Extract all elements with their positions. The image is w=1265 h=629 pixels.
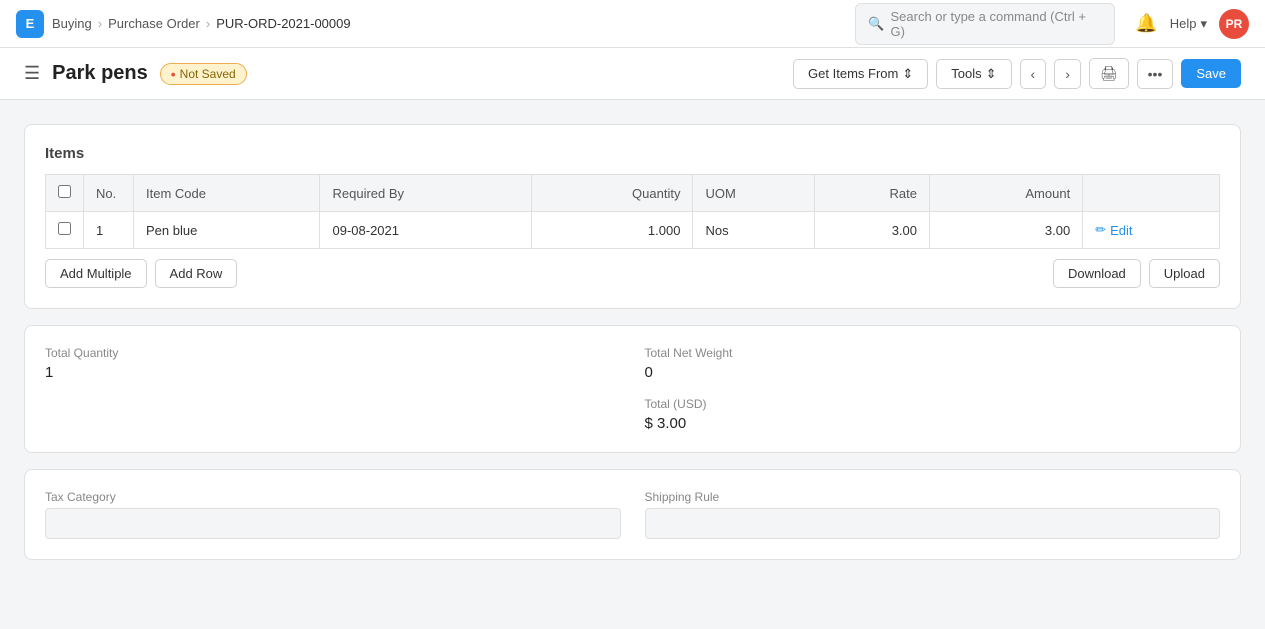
total-right-section: Total Net Weight 0 Total (USD) $ 3.00 bbox=[645, 346, 1221, 432]
page-header: ☰ Park pens • Not Saved Get Items From ⇕… bbox=[0, 48, 1265, 100]
shipping-rule-label: Shipping Rule bbox=[645, 490, 1221, 504]
prev-button[interactable]: ‹ bbox=[1020, 59, 1047, 89]
get-items-button[interactable]: Get Items From ⇕ bbox=[793, 59, 928, 89]
tools-button[interactable]: Tools ⇕ bbox=[936, 59, 1011, 89]
shipping-rule-field: Shipping Rule bbox=[645, 490, 1221, 539]
breadcrumb-purchase-order[interactable]: Purchase Order bbox=[108, 16, 200, 31]
total-usd-section: Total (USD) $ 3.00 bbox=[645, 397, 1221, 432]
table-actions: Add Multiple Add Row Download Upload bbox=[45, 259, 1220, 288]
summary-card: Total Quantity 1 Total Net Weight 0 Tota… bbox=[24, 325, 1241, 453]
row-required-by: 09-08-2021 bbox=[320, 212, 532, 249]
row-rate: 3.00 bbox=[814, 212, 929, 249]
page-title: Park pens bbox=[52, 62, 148, 85]
row-amount: 3.00 bbox=[930, 212, 1083, 249]
table-row: 1 Pen blue 09-08-2021 1.000 Nos 3.00 3.0… bbox=[46, 212, 1220, 249]
avatar[interactable]: PR bbox=[1219, 9, 1249, 39]
breadcrumb-current: PUR-ORD-2021-00009 bbox=[216, 16, 350, 31]
tax-shipping-card: Tax Category Shipping Rule bbox=[24, 469, 1241, 560]
main-content: Items No. Item Code Required By Quantity… bbox=[0, 100, 1265, 600]
help-button[interactable]: Help ▾ bbox=[1170, 16, 1207, 32]
row-uom: Nos bbox=[693, 212, 814, 249]
nav-right: 🔔 Help ▾ PR bbox=[1135, 9, 1249, 39]
hamburger-icon[interactable]: ☰ bbox=[24, 63, 40, 84]
items-card: Items No. Item Code Required By Quantity… bbox=[24, 124, 1241, 309]
col-actions bbox=[1083, 175, 1220, 212]
save-button[interactable]: Save bbox=[1181, 59, 1241, 88]
breadcrumb-buying[interactable]: Buying bbox=[52, 16, 92, 31]
upload-button[interactable]: Upload bbox=[1149, 259, 1220, 288]
col-item-code: Item Code bbox=[134, 175, 320, 212]
total-net-weight-section: Total Net Weight 0 bbox=[645, 346, 1221, 381]
search-bar[interactable]: 🔍 Search or type a command (Ctrl + G) bbox=[855, 3, 1115, 45]
breadcrumb-sep-2: › bbox=[206, 16, 210, 31]
total-net-weight-label: Total Net Weight bbox=[645, 346, 1221, 360]
edit-button[interactable]: ✏ Edit bbox=[1095, 222, 1207, 238]
print-button[interactable]: 🖨 bbox=[1089, 58, 1129, 89]
search-icon: 🔍 bbox=[868, 16, 884, 32]
breadcrumb-sep-1: › bbox=[98, 16, 102, 31]
col-uom: UOM bbox=[693, 175, 814, 212]
total-quantity-section: Total Quantity 1 bbox=[45, 346, 621, 432]
chevron-down-icon: ▾ bbox=[1200, 16, 1207, 32]
select-all-checkbox[interactable] bbox=[58, 185, 71, 198]
total-quantity-label: Total Quantity bbox=[45, 346, 621, 360]
chevron-down-icon: ⇕ bbox=[986, 66, 997, 82]
notifications-icon[interactable]: 🔔 bbox=[1135, 13, 1157, 34]
not-saved-dot: • bbox=[171, 66, 176, 82]
tax-category-field: Tax Category bbox=[45, 490, 621, 539]
next-button[interactable]: › bbox=[1054, 59, 1081, 89]
total-quantity-value: 1 bbox=[45, 364, 621, 381]
total-net-weight-value: 0 bbox=[645, 364, 1221, 381]
not-saved-badge: • Not Saved bbox=[160, 63, 247, 85]
download-button[interactable]: Download bbox=[1053, 259, 1141, 288]
col-no: No. bbox=[84, 175, 134, 212]
row-item-code: Pen blue bbox=[134, 212, 320, 249]
edit-icon: ✏ bbox=[1095, 222, 1106, 238]
row-checkbox-cell bbox=[46, 212, 84, 249]
total-usd-value: $ 3.00 bbox=[645, 415, 1221, 432]
chevron-down-icon: ⇕ bbox=[902, 66, 913, 82]
col-quantity: Quantity bbox=[532, 175, 693, 212]
tax-category-input[interactable] bbox=[45, 508, 621, 539]
row-edit-cell: ✏ Edit bbox=[1083, 212, 1220, 249]
items-table: No. Item Code Required By Quantity UOM R… bbox=[45, 174, 1220, 249]
breadcrumb: Buying › Purchase Order › PUR-ORD-2021-0… bbox=[52, 16, 351, 31]
not-saved-text: Not Saved bbox=[180, 67, 236, 81]
row-no: 1 bbox=[84, 212, 134, 249]
tax-category-label: Tax Category bbox=[45, 490, 621, 504]
summary-grid: Total Quantity 1 Total Net Weight 0 Tota… bbox=[45, 346, 1220, 432]
fields-grid: Tax Category Shipping Rule bbox=[45, 490, 1220, 539]
header-actions: Get Items From ⇕ Tools ⇕ ‹ › 🖨 ••• Save bbox=[793, 58, 1241, 89]
add-multiple-button[interactable]: Add Multiple bbox=[45, 259, 147, 288]
table-actions-right: Download Upload bbox=[1053, 259, 1220, 288]
more-button[interactable]: ••• bbox=[1137, 59, 1174, 89]
add-row-button[interactable]: Add Row bbox=[155, 259, 238, 288]
row-checkbox[interactable] bbox=[58, 222, 71, 235]
app-logo[interactable]: E bbox=[16, 10, 44, 38]
col-checkbox bbox=[46, 175, 84, 212]
total-usd-label: Total (USD) bbox=[645, 397, 1221, 411]
col-amount: Amount bbox=[930, 175, 1083, 212]
items-section-title: Items bbox=[45, 145, 1220, 162]
search-placeholder: Search or type a command (Ctrl + G) bbox=[890, 9, 1102, 39]
row-quantity: 1.000 bbox=[532, 212, 693, 249]
col-required-by: Required By bbox=[320, 175, 532, 212]
topnav: E Buying › Purchase Order › PUR-ORD-2021… bbox=[0, 0, 1265, 48]
shipping-rule-input[interactable] bbox=[645, 508, 1221, 539]
col-rate: Rate bbox=[814, 175, 929, 212]
